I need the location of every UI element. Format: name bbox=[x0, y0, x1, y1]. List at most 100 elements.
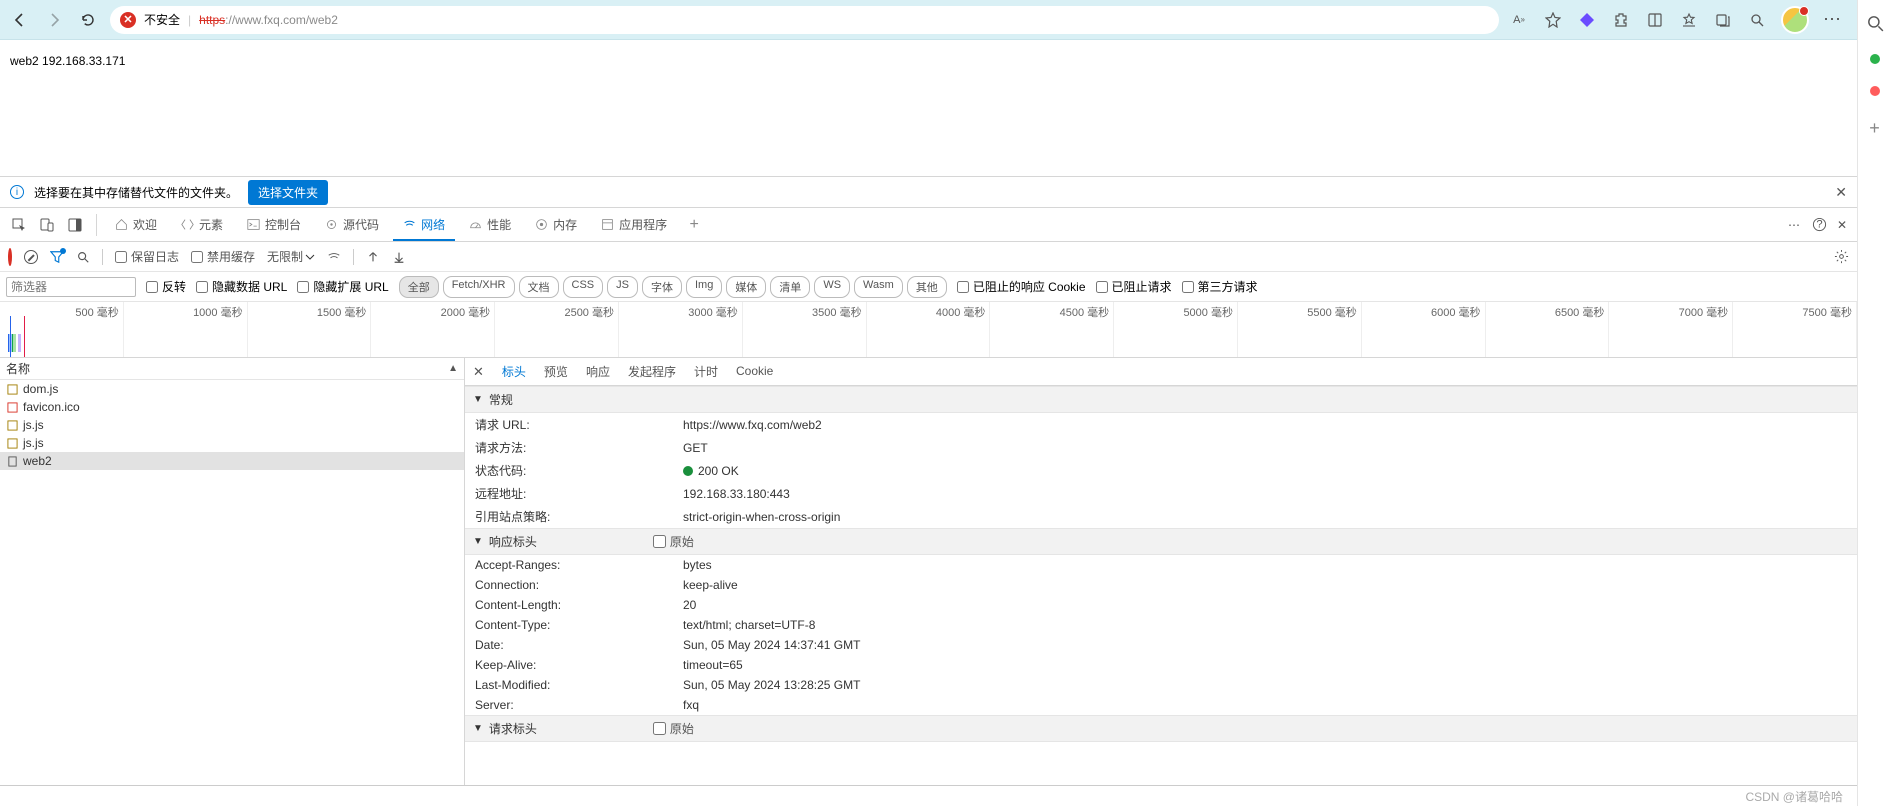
network-filter-row: 反转 隐藏数据 URL 隐藏扩展 URL 全部Fetch/XHR文档CSSJS字… bbox=[0, 272, 1857, 302]
profile-avatar[interactable] bbox=[1781, 6, 1809, 34]
sidebar-dot-green[interactable] bbox=[1870, 54, 1880, 64]
filter-input[interactable] bbox=[6, 277, 136, 297]
type-chip[interactable]: Wasm bbox=[854, 276, 903, 298]
raw-checkbox[interactable]: 原始 bbox=[653, 533, 694, 550]
hide-ext-urls-checkbox[interactable]: 隐藏扩展 URL bbox=[297, 278, 388, 295]
info-close-icon[interactable]: ✕ bbox=[1835, 184, 1847, 201]
detail-tab-cookies[interactable]: Cookie bbox=[736, 358, 773, 386]
forward-button[interactable] bbox=[42, 8, 66, 32]
info-icon: i bbox=[10, 185, 24, 199]
page-body-text: web2 192.168.33.171 bbox=[10, 54, 125, 68]
tab-sources[interactable]: 源代码 bbox=[315, 210, 389, 241]
more-icon[interactable]: ⋯ bbox=[1823, 10, 1843, 30]
request-row[interactable]: dom.js bbox=[0, 380, 464, 398]
devtools-tab-bar: 欢迎 元素 控制台 源代码 网络 性能 内存 应用程序 + ⋯ ? ✕ bbox=[0, 208, 1857, 242]
filter-toggle-icon[interactable] bbox=[50, 250, 64, 264]
favorite-icon[interactable] bbox=[1543, 10, 1563, 30]
network-timeline[interactable]: 500 毫秒1000 毫秒1500 毫秒2000 毫秒2500 毫秒3000 毫… bbox=[0, 302, 1857, 358]
sidebar-dot-red[interactable] bbox=[1870, 86, 1880, 96]
header-row: Connection:keep-alive bbox=[465, 575, 1857, 595]
tab-application[interactable]: 应用程序 bbox=[591, 210, 677, 241]
extensions-icon[interactable] bbox=[1611, 10, 1631, 30]
type-chip[interactable]: 清单 bbox=[770, 276, 810, 298]
header-row: 状态代码:200 OK bbox=[465, 459, 1857, 482]
detail-tab-initiator[interactable]: 发起程序 bbox=[628, 358, 676, 388]
type-chip[interactable]: 文档 bbox=[519, 276, 559, 298]
type-chip[interactable]: Fetch/XHR bbox=[443, 276, 515, 298]
override-info-bar: i 选择要在其中存储替代文件的文件夹。 选择文件夹 ✕ bbox=[0, 176, 1857, 208]
tab-welcome[interactable]: 欢迎 bbox=[105, 210, 167, 241]
type-chip[interactable]: Img bbox=[686, 276, 722, 298]
help-icon[interactable]: ? bbox=[1812, 217, 1827, 232]
select-folder-button[interactable]: 选择文件夹 bbox=[248, 180, 328, 205]
devtools-close-icon[interactable]: ✕ bbox=[1837, 218, 1847, 232]
detail-tab-response[interactable]: 响应 bbox=[586, 358, 610, 388]
more-tabs-icon[interactable]: ⋯ bbox=[1788, 218, 1802, 232]
type-chip[interactable]: WS bbox=[814, 276, 850, 298]
tab-console[interactable]: 控制台 bbox=[237, 210, 311, 241]
type-chip[interactable]: 媒体 bbox=[726, 276, 766, 298]
tab-network[interactable]: 网络 bbox=[393, 210, 455, 241]
request-detail-pane: ✕ 标头 预览 响应 发起程序 计时 Cookie ▼常规 请求 URL:htt… bbox=[465, 358, 1857, 785]
detail-tab-preview[interactable]: 预览 bbox=[544, 358, 568, 388]
hide-data-urls-checkbox[interactable]: 隐藏数据 URL bbox=[196, 278, 287, 295]
reload-button[interactable] bbox=[76, 8, 100, 32]
diamond-icon[interactable] bbox=[1577, 10, 1597, 30]
sidebar-plus-icon[interactable]: + bbox=[1869, 118, 1880, 139]
blocked-requests-checkbox[interactable]: 已阻止请求 bbox=[1096, 278, 1172, 295]
header-row: Keep-Alive:timeout=65 bbox=[465, 655, 1857, 675]
browser-sidebar: + bbox=[1857, 0, 1891, 806]
invert-checkbox[interactable]: 反转 bbox=[146, 278, 186, 295]
header-row: Content-Length:20 bbox=[465, 595, 1857, 615]
tab-memory[interactable]: 内存 bbox=[525, 210, 587, 241]
export-har-icon[interactable] bbox=[392, 250, 406, 264]
type-chip[interactable]: 其他 bbox=[907, 276, 947, 298]
detail-close-icon[interactable]: ✕ bbox=[473, 364, 484, 380]
read-aloud-icon[interactable]: A» bbox=[1509, 10, 1529, 30]
type-chip[interactable]: 全部 bbox=[399, 276, 439, 298]
zoom-icon[interactable] bbox=[1747, 10, 1767, 30]
tab-performance[interactable]: 性能 bbox=[459, 210, 521, 241]
add-tab-icon[interactable]: + bbox=[681, 214, 707, 236]
type-chip[interactable]: 字体 bbox=[642, 276, 682, 298]
url-text: https://www.fxq.com/web2 bbox=[199, 12, 338, 27]
back-button[interactable] bbox=[8, 8, 32, 32]
clear-button[interactable] bbox=[24, 250, 38, 264]
import-har-icon[interactable] bbox=[366, 250, 380, 264]
dock-icon[interactable] bbox=[62, 214, 88, 236]
request-row[interactable]: web2 bbox=[0, 452, 464, 470]
search-icon[interactable] bbox=[76, 250, 90, 264]
info-message: 选择要在其中存储替代文件的文件夹。 bbox=[34, 184, 238, 201]
favorites-bar-icon[interactable] bbox=[1679, 10, 1699, 30]
inspect-icon[interactable] bbox=[6, 214, 32, 236]
disable-cache-checkbox[interactable]: 禁用缓存 bbox=[191, 248, 255, 265]
record-button[interactable] bbox=[8, 250, 12, 264]
network-conditions-icon[interactable] bbox=[327, 250, 341, 264]
url-box[interactable]: ✕ 不安全 | https://www.fxq.com/web2 bbox=[110, 6, 1499, 34]
request-list-header[interactable]: 名称▲ bbox=[0, 358, 464, 380]
tab-elements[interactable]: 元素 bbox=[171, 210, 233, 241]
type-chip[interactable]: CSS bbox=[563, 276, 604, 298]
section-response-headers[interactable]: ▼响应标头 原始 bbox=[465, 528, 1857, 555]
third-party-checkbox[interactable]: 第三方请求 bbox=[1182, 278, 1258, 295]
header-row: Content-Type:text/html; charset=UTF-8 bbox=[465, 615, 1857, 635]
detail-tab-headers[interactable]: 标头 bbox=[502, 358, 526, 388]
section-request-headers[interactable]: ▼请求标头 原始 bbox=[465, 715, 1857, 742]
detail-tab-timing[interactable]: 计时 bbox=[694, 358, 718, 388]
request-row[interactable]: js.js bbox=[0, 434, 464, 452]
request-row[interactable]: favicon.ico bbox=[0, 398, 464, 416]
section-general[interactable]: ▼常规 bbox=[465, 386, 1857, 413]
blocked-cookies-checkbox[interactable]: 已阻止的响应 Cookie bbox=[957, 278, 1086, 295]
type-chip[interactable]: JS bbox=[607, 276, 638, 298]
split-screen-icon[interactable] bbox=[1645, 10, 1665, 30]
request-row[interactable]: js.js bbox=[0, 416, 464, 434]
sidebar-search-icon[interactable] bbox=[1866, 14, 1884, 32]
network-settings-icon[interactable] bbox=[1834, 249, 1849, 264]
device-toggle-icon[interactable] bbox=[34, 214, 60, 236]
network-toolbar: 保留日志 禁用缓存 无限制 bbox=[0, 242, 1857, 272]
collections-icon[interactable] bbox=[1713, 10, 1733, 30]
raw-checkbox-2[interactable]: 原始 bbox=[653, 720, 694, 737]
preserve-log-checkbox[interactable]: 保留日志 bbox=[115, 248, 179, 265]
type-filter-chips: 全部Fetch/XHR文档CSSJS字体Img媒体清单WSWasm其他 bbox=[399, 276, 947, 298]
throttle-select[interactable]: 无限制 bbox=[267, 248, 315, 265]
